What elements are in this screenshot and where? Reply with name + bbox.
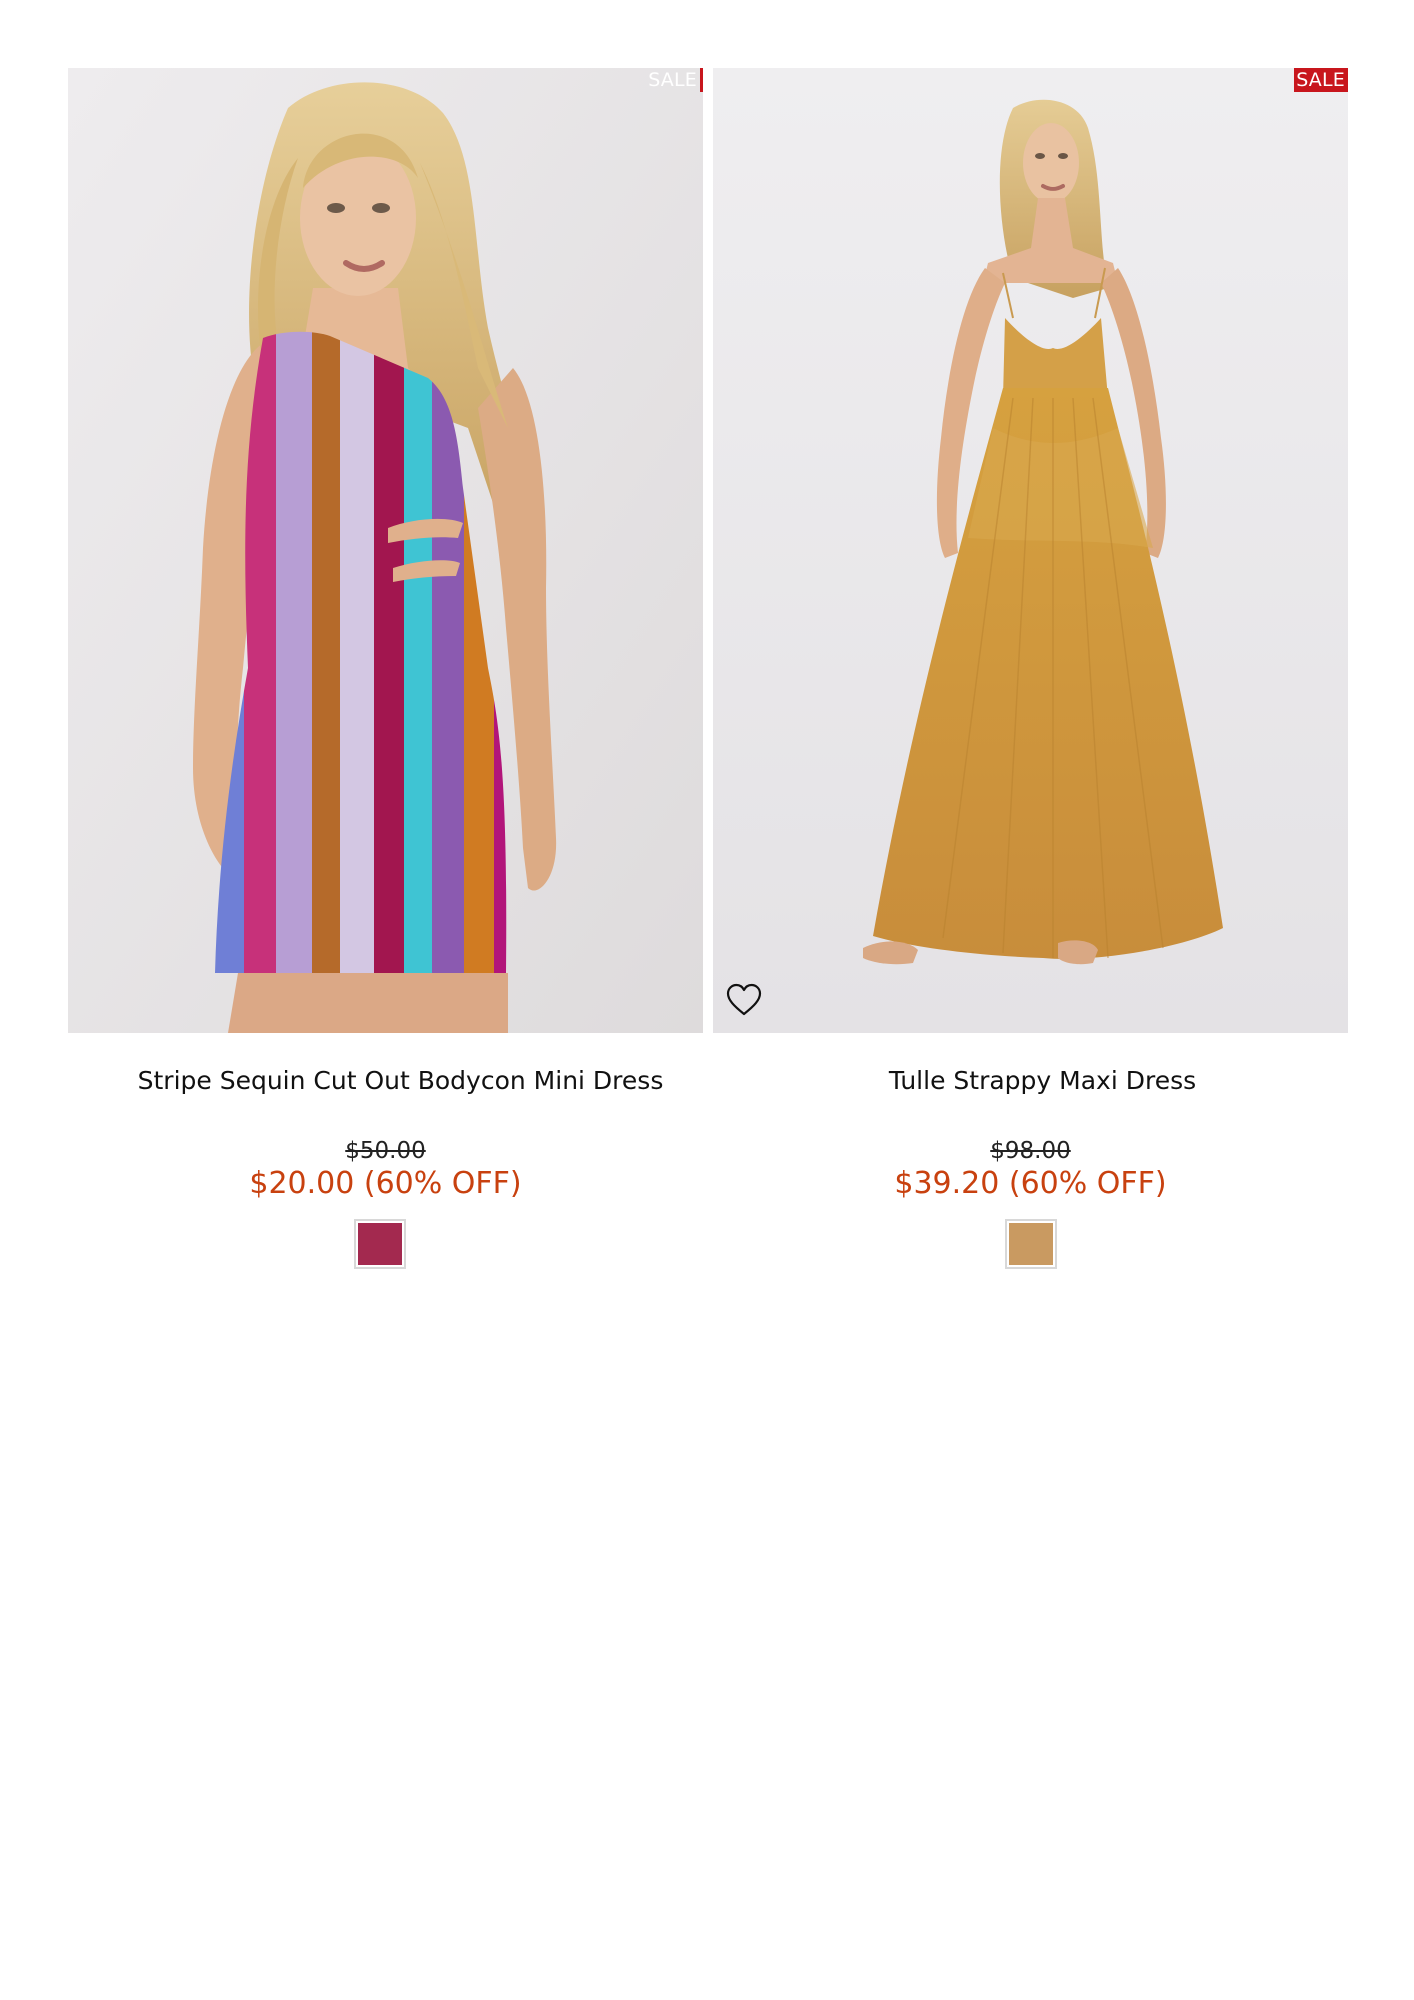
model-photo-sequin-dress bbox=[68, 68, 703, 1033]
product-card[interactable]: SALE Tulle Strappy Maxi Dress $98.00 $39… bbox=[713, 68, 1348, 1271]
sale-badge: SALE bbox=[1294, 68, 1348, 92]
color-swatch[interactable] bbox=[1005, 1219, 1057, 1269]
original-price: $98.00 bbox=[990, 1138, 1071, 1164]
color-swatch[interactable] bbox=[354, 1219, 406, 1269]
swatch-fill bbox=[358, 1223, 402, 1265]
color-swatches bbox=[713, 1219, 1348, 1271]
sale-price: $39.20 (60% OFF) bbox=[894, 1166, 1167, 1201]
product-title[interactable]: Tulle Strappy Maxi Dress bbox=[713, 1065, 1348, 1097]
product-card[interactable]: SALE Stripe Sequin Cut Out Bodycon Mini … bbox=[68, 68, 703, 1271]
sale-price: $20.00 (60% OFF) bbox=[249, 1166, 522, 1201]
original-price: $50.00 bbox=[345, 1138, 426, 1164]
swatch-fill bbox=[1009, 1223, 1053, 1265]
sale-badge: SALE bbox=[646, 68, 703, 92]
model-photo-tulle-dress bbox=[713, 68, 1348, 1033]
color-swatches bbox=[68, 1219, 703, 1271]
product-image[interactable]: SALE bbox=[713, 68, 1348, 1033]
product-image[interactable]: SALE bbox=[68, 68, 703, 1033]
wishlist-heart-icon[interactable] bbox=[726, 983, 762, 1017]
product-title[interactable]: Stripe Sequin Cut Out Bodycon Mini Dress bbox=[68, 1065, 703, 1097]
